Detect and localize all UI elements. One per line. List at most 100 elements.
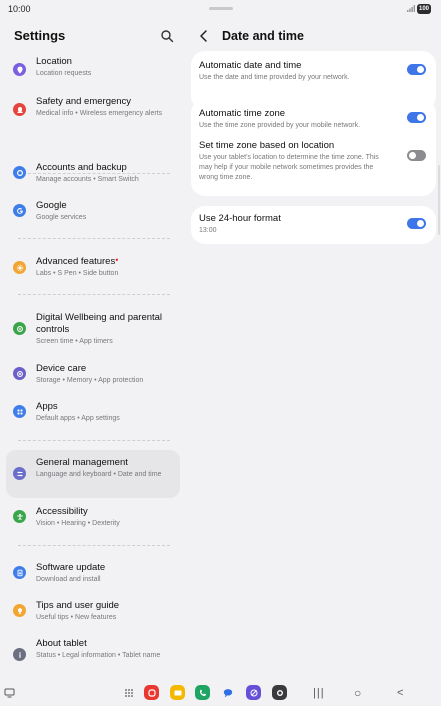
item-subtitle: Status • Legal information • Tablet name: [36, 652, 161, 659]
info-icon: [13, 648, 26, 661]
setting-subtitle: 13:00: [199, 227, 217, 234]
sidebar-item-apps[interactable]: Apps Default apps • App settings: [6, 401, 180, 424]
item-subtitle: Vision • Hearing • Dexterity: [36, 520, 120, 527]
google-icon: [13, 204, 26, 217]
sidebar-item-location[interactable]: Location Location requests: [6, 56, 180, 79]
item-title: Google: [36, 200, 67, 211]
settings-card: Automatic time zone Use the time zone pr…: [191, 99, 436, 196]
drag-handle[interactable]: [209, 7, 233, 10]
detail-title: Date and time: [222, 29, 304, 43]
item-title: Tips and user guide: [36, 600, 120, 611]
setting-title: Automatic time zone: [199, 108, 286, 119]
scrollbar[interactable]: [438, 165, 440, 235]
automatic-time-zone-toggle[interactable]: [407, 112, 426, 123]
sidebar-item-google[interactable]: Google Google services: [6, 200, 180, 223]
sidebar-item-accessibility[interactable]: Accessibility Vision • Hearing • Dexteri…: [6, 506, 180, 529]
internet-icon[interactable]: [246, 685, 261, 700]
sidebar-item-digital-wellbeing[interactable]: Digital Wellbeing and parental controls …: [6, 312, 180, 347]
alert-icon: [13, 103, 26, 116]
item-subtitle: Labs • S Pen • Side button: [36, 270, 119, 277]
settings-card: Use 24-hour format 13:00: [191, 206, 436, 244]
item-title: General management: [36, 457, 128, 468]
sliders-icon: [13, 467, 26, 480]
my-files-icon[interactable]: [170, 685, 185, 700]
settings-panel: Settings Location Location requests Safe…: [0, 20, 186, 678]
divider: [18, 545, 170, 546]
item-title: Advanced features•: [36, 256, 174, 268]
recents-button[interactable]: |||: [313, 686, 325, 700]
item-title-text: Advanced features: [36, 256, 116, 267]
item-subtitle: Medical info • Wireless emergency alerts: [36, 110, 163, 117]
camera-icon[interactable]: [272, 685, 287, 700]
divider: [18, 238, 170, 239]
app-drawer-icon[interactable]: [121, 685, 136, 700]
divider: [18, 294, 170, 295]
rotate-screen-icon[interactable]: [4, 688, 15, 698]
time-zone-location-toggle[interactable]: [407, 150, 426, 161]
automatic-date-time-toggle[interactable]: [407, 64, 426, 75]
gallery-icon[interactable]: [144, 685, 159, 700]
item-title: Software update: [36, 562, 106, 573]
sync-icon: [13, 166, 26, 179]
home-button[interactable]: ○: [354, 686, 361, 700]
device-care-icon: [13, 367, 26, 380]
battery-icon: 100: [417, 4, 431, 14]
item-title: About tablet: [36, 638, 87, 649]
status-time: 10:00: [8, 4, 31, 14]
sidebar-item-software-update[interactable]: Software update Download and install: [6, 562, 180, 585]
back-arrow-icon[interactable]: [198, 29, 210, 43]
detail-header: Date and time: [198, 26, 304, 46]
back-button[interactable]: <: [397, 686, 403, 700]
location-icon: [13, 63, 26, 76]
update-icon: [13, 566, 26, 579]
sidebar-item-tips[interactable]: Tips and user guide Useful tips • New fe…: [6, 600, 180, 623]
item-subtitle: Location requests: [36, 70, 92, 77]
sidebar-item-advanced-features[interactable]: Advanced features• Labs • S Pen • Side b…: [6, 256, 180, 279]
setting-subtitle: Use the date and time provided by your n…: [199, 74, 350, 81]
star-icon: [13, 261, 26, 274]
item-subtitle: Language and keyboard • Date and time: [36, 471, 162, 478]
item-subtitle: Download and install: [36, 576, 101, 583]
setting-row-24-hour-format[interactable]: Use 24-hour format 13:00: [191, 206, 436, 236]
item-subtitle: Screen time • App timers: [36, 338, 113, 345]
sidebar-item-device-care[interactable]: Device care Storage • Memory • App prote…: [6, 363, 180, 386]
search-icon[interactable]: [160, 29, 174, 43]
divider: [18, 440, 170, 441]
messages-icon[interactable]: [220, 685, 235, 700]
sidebar-item-about-tablet[interactable]: About tablet Status • Legal information …: [6, 638, 180, 661]
sidebar-item-safety[interactable]: Safety and emergency Medical info • Wire…: [6, 96, 180, 119]
setting-subtitle: Use your tablet's location to determine …: [199, 154, 379, 181]
setting-title: Automatic date and time: [199, 60, 302, 71]
item-subtitle: Manage accounts • Smart Switch: [36, 176, 139, 183]
setting-row-automatic-time-zone[interactable]: Automatic time zone Use the time zone pr…: [191, 99, 436, 131]
status-bar: 10:00 100: [0, 0, 441, 20]
item-title: Accounts and backup: [36, 162, 127, 173]
item-title: Apps: [36, 401, 58, 412]
setting-title: Set time zone based on location: [199, 140, 335, 151]
item-subtitle: Default apps • App settings: [36, 415, 120, 422]
settings-header: Settings: [14, 26, 180, 46]
item-title: Safety and emergency: [36, 96, 132, 107]
setting-row-time-zone-location[interactable]: Set time zone based on location Use your…: [191, 131, 436, 183]
24-hour-format-toggle[interactable]: [407, 218, 426, 229]
apps-icon: [13, 405, 26, 418]
item-subtitle: Useful tips • New features: [36, 614, 117, 621]
signal-icon: [407, 5, 415, 14]
sidebar-item-general-management[interactable]: General management Language and keyboard…: [6, 450, 180, 498]
accessibility-icon: [13, 510, 26, 523]
item-title: Accessibility: [36, 506, 88, 517]
setting-title: Use 24-hour format: [199, 213, 281, 224]
navigation-bar: ||| ○ <: [0, 680, 441, 706]
item-title: Digital Wellbeing and parental controls: [36, 312, 163, 335]
wellbeing-icon: [13, 322, 26, 335]
item-title: Location: [36, 56, 72, 67]
sidebar-item-accounts[interactable]: Accounts and backup Manage accounts • Sm…: [6, 162, 180, 185]
phone-icon[interactable]: [195, 685, 210, 700]
setting-row-automatic-date-time[interactable]: Automatic date and time Use the date and…: [191, 51, 436, 83]
date-time-panel: Date and time Automatic date and time Us…: [186, 20, 441, 678]
item-subtitle: Storage • Memory • App protection: [36, 377, 144, 384]
item-subtitle: Google services: [36, 214, 87, 221]
bulb-icon: [13, 604, 26, 617]
setting-subtitle: Use the time zone provided by your mobil…: [199, 122, 361, 129]
item-title: Device care: [36, 363, 87, 374]
